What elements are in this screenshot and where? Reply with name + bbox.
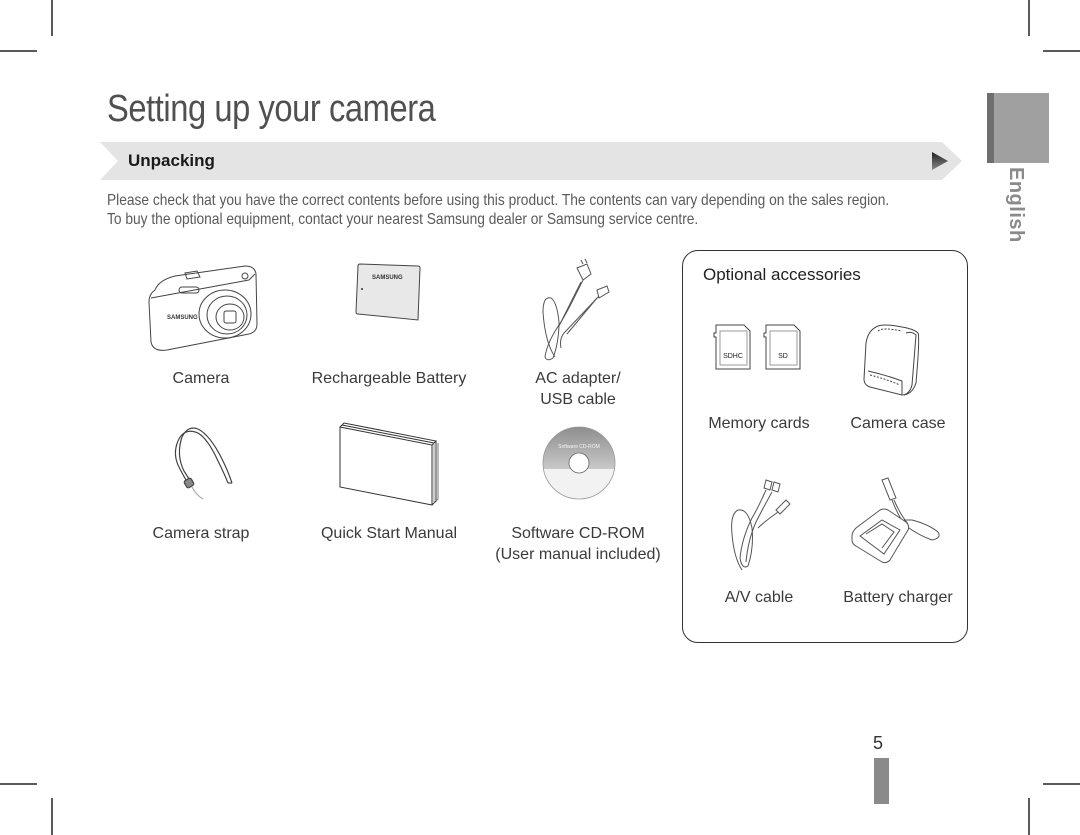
- crop-mark: [1043, 50, 1080, 52]
- svg-text:SAMSUNG: SAMSUNG: [167, 315, 198, 321]
- page-title: Setting up your camera: [107, 88, 436, 130]
- card-label: SDHC: [723, 353, 743, 360]
- item-label-ac-adapter: AC adapter/ USB cable: [488, 368, 668, 410]
- item-label-line: USB cable: [540, 391, 616, 408]
- item-label-line: AC adapter/: [535, 370, 621, 387]
- battery-icon: SAMSUNG: [355, 263, 421, 321]
- cd-rom-icon: Software CD-ROM: [542, 426, 616, 500]
- memory-card-icon: SDHC SD: [713, 324, 801, 370]
- crop-mark: [1028, 798, 1030, 835]
- battery-charger-icon: [851, 477, 940, 564]
- intro-paragraph: Please check that you have the correct c…: [107, 191, 889, 229]
- crop-mark: [0, 50, 37, 52]
- crop-mark: [0, 783, 37, 785]
- section-heading: Unpacking: [128, 151, 215, 170]
- item-label-battery: Rechargeable Battery: [311, 370, 467, 387]
- item-label-strap: Camera strap: [152, 525, 250, 542]
- item-label-battery-charger: Battery charger: [843, 589, 953, 606]
- ac-adapter-icon: [542, 258, 610, 361]
- camera-icon: SAMSUNG: [148, 265, 258, 351]
- battery-brand: SAMSUNG: [372, 275, 403, 281]
- manual-icon: [339, 422, 439, 506]
- optional-accessories-title: Optional accessories: [703, 265, 861, 284]
- language-tab-label: English: [1005, 167, 1027, 243]
- crop-mark: [1043, 783, 1080, 785]
- intro-line: Please check that you have the correct c…: [107, 192, 890, 209]
- play-triangle-icon: [932, 152, 948, 170]
- optional-accessories-panel: [682, 250, 968, 643]
- card-label: SD: [778, 353, 788, 360]
- item-label-manual: Quick Start Manual: [320, 525, 458, 542]
- item-label-cd-rom: Software CD-ROM (User manual included): [488, 523, 668, 565]
- language-tab-marker: [987, 93, 1049, 163]
- crop-mark: [51, 0, 53, 36]
- camera-case-icon: [863, 324, 920, 396]
- item-label-line: (User manual included): [495, 546, 661, 563]
- page-number: 5: [873, 733, 884, 753]
- section-banner: [100, 142, 962, 180]
- intro-line: To buy the optional equipment, contact y…: [107, 211, 699, 228]
- strap-icon: [174, 427, 233, 500]
- cd-label: Software CD-ROM: [558, 444, 600, 450]
- item-label-camera-case: Camera case: [850, 415, 946, 432]
- page-marker-bar: [874, 758, 889, 804]
- item-label-camera: Camera: [172, 370, 230, 387]
- crop-mark: [51, 798, 53, 835]
- crop-mark: [1028, 0, 1030, 36]
- av-cable-icon: [731, 479, 791, 571]
- item-label-line: Software CD-ROM: [511, 525, 645, 542]
